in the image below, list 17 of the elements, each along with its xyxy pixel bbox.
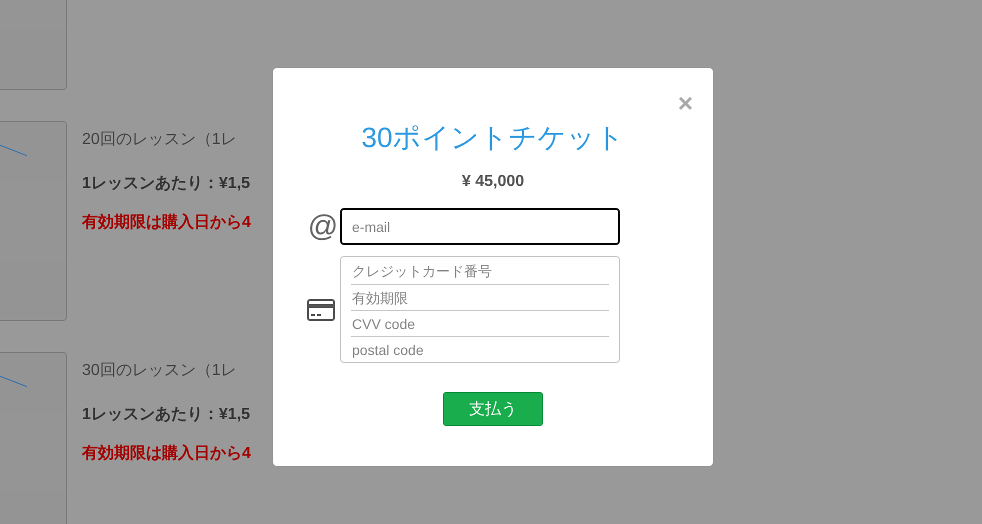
- pay-button[interactable]: 支払う: [443, 392, 543, 426]
- price: ¥ 45,000: [462, 172, 524, 192]
- dialog-title: 30ポイントチケット: [361, 121, 625, 155]
- expiry-note: 有効期限は購入日から4: [82, 443, 251, 464]
- card-field[interactable]: CVV code: [351, 310, 609, 336]
- close-button[interactable]: ×: [678, 90, 693, 116]
- email-field[interactable]: e-mail: [340, 208, 620, 245]
- expiry-note: 有効期限は購入日から4: [82, 212, 251, 233]
- card-field[interactable]: 有効期限: [351, 284, 609, 310]
- product-title: 20回のレッスン（1レ: [82, 130, 237, 150]
- credit-card-icon: [307, 298, 335, 320]
- card-field[interactable]: クレジットカード番号: [351, 257, 609, 284]
- per-lesson-price: 1レッスンあたり：¥1,5: [82, 174, 250, 194]
- at-icon: @: [306, 210, 340, 244]
- product-title: 30回のレッスン（1レ: [82, 361, 237, 381]
- per-lesson-price: 1レッスンあたり：¥1,5: [82, 405, 250, 425]
- card-field[interactable]: postal code: [351, 336, 609, 362]
